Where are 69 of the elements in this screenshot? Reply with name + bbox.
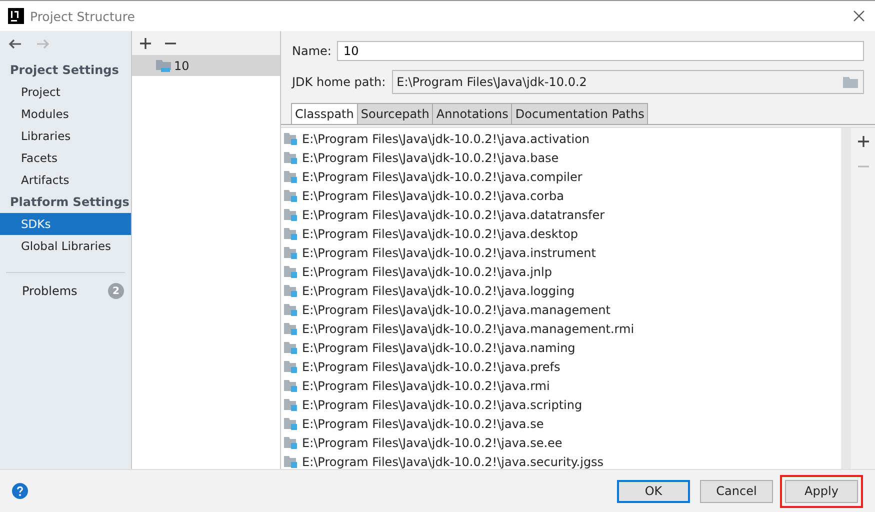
- add-icon[interactable]: [140, 38, 151, 48]
- library-icon: [284, 264, 298, 278]
- library-icon: [284, 454, 298, 468]
- tab[interactable]: Classpath: [291, 103, 358, 124]
- library-icon: [284, 416, 298, 430]
- library-icon: [284, 132, 298, 146]
- library-icon: [284, 150, 298, 164]
- classpath-entry[interactable]: E:\Program Files\Java\jdk-10.0.2!\java.security.jgss: [302, 454, 604, 468]
- library-icon: [284, 378, 298, 392]
- library-icon: [284, 398, 298, 412]
- classpath-entry[interactable]: E:\Program Files\Java\jdk-10.0.2!\java.management: [302, 302, 610, 316]
- field-label: Name:: [292, 44, 332, 58]
- section-heading: Platform Settings: [9, 194, 130, 211]
- back-arrow-icon[interactable]: [8, 39, 22, 49]
- sidebar-item[interactable]: Problems 2: [0, 281, 131, 301]
- classpath-entry[interactable]: E:\Program Files\Java\jdk-10.0.2!\java.compiler: [302, 170, 582, 184]
- library-icon: [284, 340, 298, 354]
- library-icon: [284, 360, 298, 374]
- library-icon: [284, 322, 298, 336]
- section-heading: Project Settings: [9, 62, 120, 79]
- classpath-entry[interactable]: E:\Program Files\Java\jdk-10.0.2!\java.logging: [302, 284, 575, 298]
- dialog-button[interactable]: Apply: [785, 480, 858, 502]
- count-badge: 2: [108, 283, 124, 299]
- sidebar-item[interactable]: Facets: [0, 147, 131, 169]
- tab[interactable]: Sourcepath: [356, 103, 434, 124]
- sidebar-item[interactable]: Modules: [0, 103, 131, 125]
- classpath-entry[interactable]: E:\Program Files\Java\jdk-10.0.2!\java.datatransfer: [302, 208, 605, 222]
- app-logo-icon: [8, 8, 24, 24]
- sidebar-item[interactable]: SDKs: [0, 213, 131, 235]
- classpath-entry[interactable]: E:\Program Files\Java\jdk-10.0.2!\java.se: [302, 416, 544, 430]
- classpath-entry[interactable]: E:\Program Files\Java\jdk-10.0.2!\java.naming: [302, 340, 576, 354]
- dialog-button[interactable]: Cancel: [700, 480, 773, 502]
- classpath-entry[interactable]: E:\Program Files\Java\jdk-10.0.2!\java.corba: [302, 188, 564, 202]
- scrollbar[interactable]: [841, 128, 851, 469]
- classpath-entry[interactable]: E:\Program Files\Java\jdk-10.0.2!\java.desktop: [302, 226, 578, 240]
- help-icon[interactable]: [12, 483, 28, 499]
- add-icon[interactable]: [858, 136, 868, 147]
- library-icon: [284, 246, 298, 260]
- sidebar-item[interactable]: Libraries: [0, 125, 131, 147]
- classpath-entry[interactable]: E:\Program Files\Java\jdk-10.0.2!\java.prefs: [302, 360, 560, 374]
- problems-label: Problems: [22, 284, 78, 298]
- classpath-entry[interactable]: E:\Program Files\Java\jdk-10.0.2!\java.base: [302, 150, 559, 164]
- sidebar-item[interactable]: Artifacts: [0, 169, 131, 191]
- sdk-item[interactable]: 10: [132, 55, 280, 76]
- sidebar-item[interactable]: Project: [0, 81, 131, 103]
- sidebar-item[interactable]: Global Libraries: [0, 235, 131, 257]
- name-field[interactable]: 10: [337, 41, 864, 61]
- tab[interactable]: Annotations: [432, 103, 512, 124]
- library-icon: [284, 188, 298, 202]
- classpath-entry[interactable]: E:\Program Files\Java\jdk-10.0.2!\java.rmi: [302, 378, 550, 392]
- dialog-button[interactable]: OK: [617, 480, 690, 502]
- folder-icon: [156, 58, 172, 72]
- classpath-entry[interactable]: E:\Program Files\Java\jdk-10.0.2!\java.se.ee: [302, 436, 562, 450]
- jdk-path-field[interactable]: E:\Program Files\Java\jdk-10.0.2: [392, 70, 864, 94]
- library-icon: [284, 226, 298, 240]
- field-label: JDK home path:: [292, 75, 386, 89]
- classpath-entry[interactable]: E:\Program Files\Java\jdk-10.0.2!\java.activation: [302, 132, 590, 146]
- classpath-entry[interactable]: E:\Program Files\Java\jdk-10.0.2!\java.scripting: [302, 398, 582, 412]
- window-title: Project Structure: [30, 8, 136, 24]
- classpath-entry[interactable]: E:\Program Files\Java\jdk-10.0.2!\java.management.rmi: [302, 322, 634, 336]
- library-icon: [284, 208, 298, 222]
- library-icon: [284, 302, 298, 316]
- classpath-entry[interactable]: E:\Program Files\Java\jdk-10.0.2!\java.instrument: [302, 246, 596, 260]
- library-icon: [284, 284, 298, 298]
- tab[interactable]: Documentation Paths: [511, 103, 648, 124]
- library-icon: [284, 436, 298, 450]
- library-icon: [284, 170, 298, 184]
- classpath-entry[interactable]: E:\Program Files\Java\jdk-10.0.2!\java.jnlp: [302, 264, 552, 278]
- close-icon[interactable]: [853, 10, 865, 22]
